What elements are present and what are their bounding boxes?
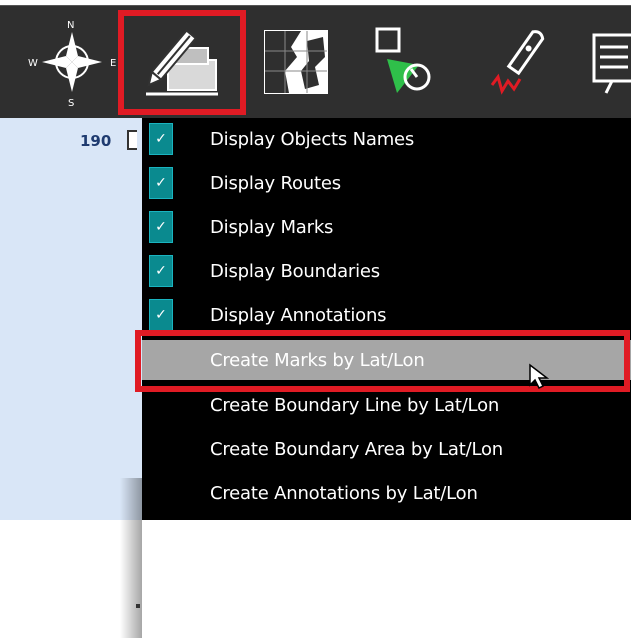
- notes-icon: [592, 33, 631, 94]
- chart-map-icon: [264, 30, 328, 94]
- menu-item-label: Create Marks by Lat/Lon: [210, 349, 425, 371]
- checkbox-checked[interactable]: ✓: [149, 299, 173, 331]
- menu-item-create-boundary-area-by-lat-lon[interactable]: Create Boundary Area by Lat/Lon: [142, 428, 631, 470]
- route-tool-button[interactable]: [350, 12, 454, 112]
- row-number: 190: [80, 132, 112, 150]
- check-icon: ✓: [155, 263, 167, 279]
- menu-item-display-boundaries[interactable]: ✓ Display Boundaries: [142, 250, 631, 292]
- check-icon: ✓: [155, 307, 167, 323]
- menu-item-display-objects-names[interactable]: ✓ Display Objects Names: [142, 118, 631, 160]
- row-field[interactable]: [127, 130, 137, 150]
- panel-shadow: [120, 478, 142, 638]
- boat-track-button[interactable]: [466, 12, 570, 112]
- mouse-cursor-icon: [529, 363, 550, 389]
- menu-item-label: Display Objects Names: [210, 128, 415, 150]
- chart-map-button[interactable]: [244, 12, 348, 112]
- menu-item-create-annotations-by-lat-lon[interactable]: Create Annotations by Lat/Lon: [142, 472, 631, 514]
- boat-track-icon: [490, 30, 545, 95]
- menu-item-create-boundary-line-by-lat-lon[interactable]: Create Boundary Line by Lat/Lon: [142, 384, 631, 426]
- menu-item-label: Display Boundaries: [210, 260, 380, 282]
- check-icon: ✓: [155, 131, 167, 147]
- compass-w-label: W: [28, 58, 38, 69]
- compass-e-label: E: [110, 58, 116, 69]
- edit-objects-button[interactable]: [128, 12, 232, 112]
- left-panel: 190: [0, 118, 142, 638]
- menu-item-label: Create Annotations by Lat/Lon: [210, 482, 478, 504]
- menu-item-label: Display Marks: [210, 216, 334, 238]
- panel-marker: [136, 604, 140, 608]
- menu-item-display-annotations[interactable]: ✓ Display Annotations: [142, 294, 631, 336]
- route-tool-icon: [375, 27, 431, 93]
- menu-item-label: Display Annotations: [210, 304, 387, 326]
- check-icon: ✓: [155, 219, 167, 235]
- compass-s-label: S: [68, 98, 74, 109]
- compass-rose-icon[interactable]: N E S W: [20, 12, 124, 112]
- menu-item-create-marks-by-lat-lon[interactable]: Create Marks by Lat/Lon: [142, 340, 631, 380]
- compass-n-label: N: [67, 20, 74, 31]
- menu-item-label: Create Boundary Area by Lat/Lon: [210, 438, 503, 460]
- checkbox-checked[interactable]: ✓: [149, 211, 173, 243]
- checkbox-checked[interactable]: ✓: [149, 123, 173, 155]
- menu-item-display-marks[interactable]: ✓ Display Marks: [142, 206, 631, 248]
- edit-objects-icon: [146, 29, 218, 96]
- check-icon: ✓: [155, 175, 167, 191]
- checkbox-checked[interactable]: ✓: [149, 167, 173, 199]
- toolbar: N E S W: [0, 5, 631, 119]
- menu-item-display-routes[interactable]: ✓ Display Routes: [142, 162, 631, 204]
- checkbox-checked[interactable]: ✓: [149, 255, 173, 287]
- menu-item-label: Create Boundary Line by Lat/Lon: [210, 394, 500, 416]
- notes-button[interactable]: [582, 12, 631, 112]
- menu-item-label: Display Routes: [210, 172, 341, 194]
- dropdown-menu: ✓ Display Objects Names ✓ Display Routes…: [142, 118, 631, 520]
